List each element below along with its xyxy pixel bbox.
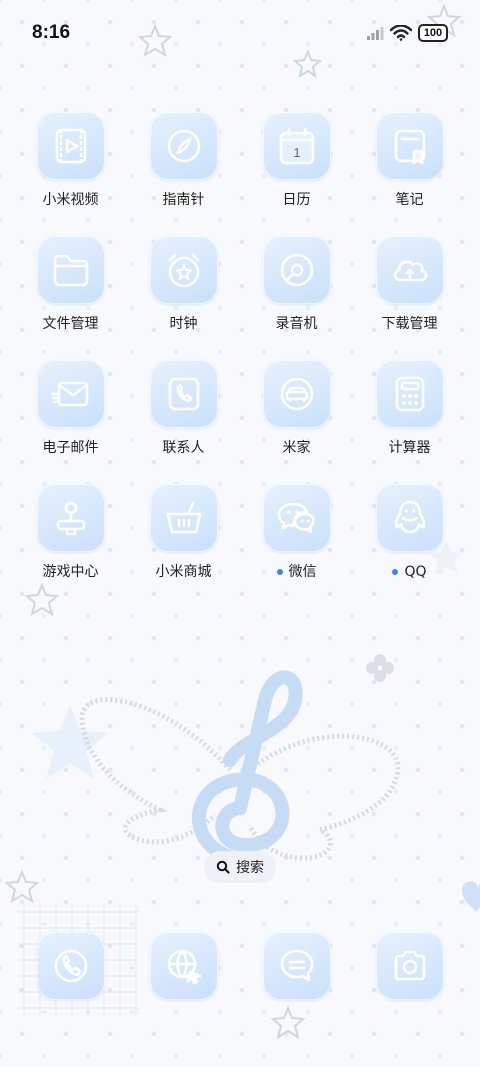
wechat-icon: [262, 484, 331, 552]
notification-dot: [276, 569, 283, 575]
status-time: 8:16: [32, 22, 71, 43]
app-grid: 小米视频 指南针 1 日历 笔记 文件管理 时钟 录音机 下载管理 电子邮件 联…: [14, 112, 466, 582]
app-contacts[interactable]: 联系人: [127, 360, 240, 458]
signal-icon: [367, 27, 384, 40]
joystick-icon: [36, 484, 105, 552]
app-label: 小米商城: [155, 564, 212, 580]
battery-icon: 100: [418, 24, 448, 42]
app-label: 电子邮件: [42, 440, 99, 456]
compass-icon: [149, 112, 218, 180]
basket-icon: [149, 484, 218, 552]
video-icon: [36, 112, 105, 180]
app-label: 日历: [282, 192, 311, 208]
app-label: 计算器: [388, 440, 431, 456]
app-calculator[interactable]: 计算器: [353, 360, 466, 458]
app-wechat[interactable]: 微信: [240, 484, 353, 582]
app-label: 米家: [282, 440, 311, 456]
app-game-center[interactable]: 游戏中心: [14, 484, 127, 582]
app-label: 录音机: [275, 316, 318, 332]
app-recorder[interactable]: 录音机: [240, 236, 353, 334]
recorder-icon: [262, 236, 331, 304]
mail-icon: [36, 360, 105, 428]
dock-messages[interactable]: [240, 932, 353, 1000]
app-label: QQ: [392, 562, 427, 582]
notification-dot: [392, 569, 399, 575]
app-file-manager[interactable]: 文件管理: [14, 236, 127, 334]
folder-icon: [36, 236, 105, 304]
app-label: 微信: [276, 562, 317, 582]
app-label: 下载管理: [381, 316, 438, 332]
phone-icon: [36, 932, 105, 1000]
app-clock[interactable]: 时钟: [127, 236, 240, 334]
status-icons: 100: [366, 24, 448, 42]
browser-globe-icon: [149, 932, 218, 1000]
app-label: 小米视频: [42, 192, 99, 208]
app-notes[interactable]: 笔记: [353, 112, 466, 210]
calendar-day: 1: [293, 145, 300, 160]
app-label: 联系人: [162, 440, 205, 456]
dock-camera[interactable]: [353, 932, 466, 1000]
app-label: 文件管理: [42, 316, 99, 332]
app-email[interactable]: 电子邮件: [14, 360, 127, 458]
app-compass[interactable]: 指南针: [127, 112, 240, 210]
alarm-clock-icon: [149, 236, 218, 304]
app-downloads[interactable]: 下载管理: [353, 236, 466, 334]
wifi-icon: [390, 25, 412, 41]
dock-phone[interactable]: [14, 932, 127, 1000]
app-qq[interactable]: QQ: [353, 484, 466, 582]
notes-icon: [375, 112, 444, 180]
app-label: 时钟: [169, 316, 198, 332]
app-label: 指南针: [162, 192, 205, 208]
app-calendar[interactable]: 1 日历: [240, 112, 353, 210]
cloud-upload-icon: [375, 236, 444, 304]
dock: [14, 932, 466, 1000]
app-label: 游戏中心: [42, 564, 99, 580]
app-mijia[interactable]: 米家: [240, 360, 353, 458]
app-mi-store[interactable]: 小米商城: [127, 484, 240, 582]
dock-browser[interactable]: [127, 932, 240, 1000]
search-button[interactable]: 搜索: [204, 851, 276, 883]
messages-icon: [262, 932, 331, 1000]
app-label: 笔记: [395, 192, 424, 208]
search-icon: [216, 860, 230, 874]
qq-penguin-icon: [375, 484, 444, 552]
app-xiaomi-video[interactable]: 小米视频: [14, 112, 127, 210]
calculator-icon: [375, 360, 444, 428]
status-bar: 8:16 100: [0, 0, 480, 68]
camera-icon: [375, 932, 444, 1000]
sofa-icon: [262, 360, 331, 428]
search-label: 搜索: [236, 860, 264, 876]
contacts-phone-icon: [149, 360, 218, 428]
calendar-icon: 1: [262, 112, 331, 180]
